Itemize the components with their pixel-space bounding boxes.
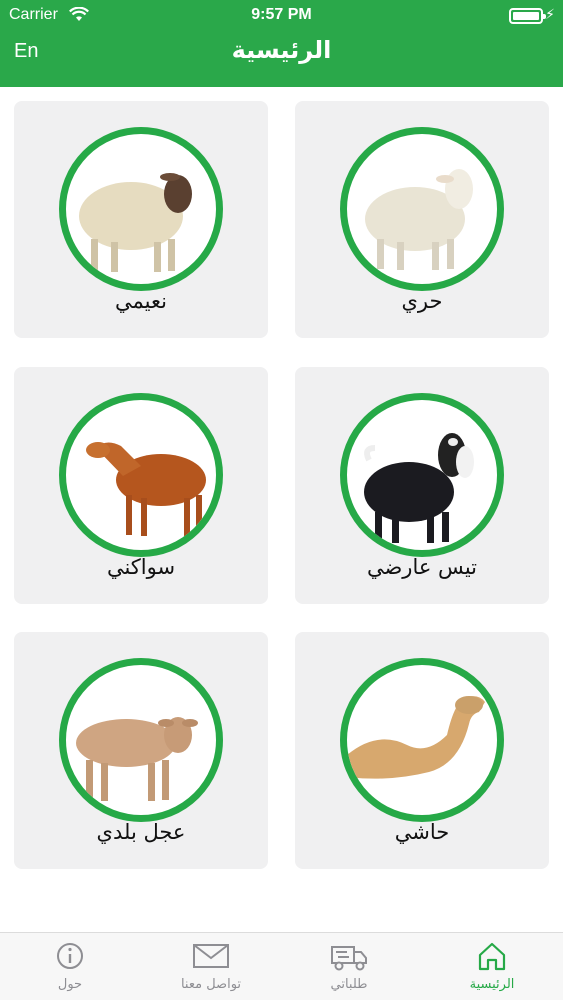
sheep-white-icon: [340, 127, 504, 291]
category-card-hari[interactable]: حري: [295, 101, 549, 338]
camel-icon: [340, 658, 504, 822]
tab-home[interactable]: الرئيسية: [422, 939, 562, 992]
category-card-naimi[interactable]: نعيمي: [14, 101, 268, 338]
tab-contact[interactable]: تواصل معنا: [141, 939, 281, 992]
info-icon: [50, 939, 90, 973]
tab-label: الرئيسية: [469, 977, 515, 992]
envelope-icon: [191, 939, 231, 973]
sheep-brown-icon: [59, 393, 223, 557]
category-card-hashi[interactable]: حاشي: [295, 632, 549, 869]
page-title: الرئيسية: [231, 36, 332, 64]
sheep-naimi-icon: [59, 127, 223, 291]
category-label: نعيمي: [115, 289, 167, 313]
goat-black-icon: [340, 393, 504, 557]
calf-icon: [59, 658, 223, 822]
tab-label: حول: [57, 977, 83, 992]
category-label: حري: [401, 289, 443, 313]
category-card-ijl-baladi[interactable]: عجل بلدي: [14, 632, 268, 869]
category-card-sawakni[interactable]: سواكني: [14, 367, 268, 604]
home-icon: [472, 939, 512, 973]
tab-about[interactable]: حول: [0, 939, 140, 992]
category-label: حاشي: [394, 820, 450, 844]
app-header: Carrier 9:57 PM ⚡ En الرئيسية: [0, 0, 563, 87]
clock: 9:57 PM: [251, 6, 312, 23]
category-label: عجل بلدي: [96, 820, 186, 844]
status-bar: Carrier 9:57 PM ⚡: [0, 4, 563, 26]
tab-bar: الرئيسية طلباتي تواصل معنا حول: [0, 932, 563, 1000]
category-card-tais-aridi[interactable]: تيس عارضي: [295, 367, 549, 604]
battery-icon: [509, 8, 546, 24]
charging-icon: ⚡: [545, 7, 555, 23]
category-label: سواكني: [106, 555, 176, 579]
category-label: تيس عارضي: [366, 555, 478, 579]
tab-label: تواصل معنا: [180, 977, 242, 992]
tab-orders[interactable]: طلباتي: [279, 939, 419, 992]
tab-label: طلباتي: [330, 977, 368, 992]
truck-icon: [329, 939, 369, 973]
